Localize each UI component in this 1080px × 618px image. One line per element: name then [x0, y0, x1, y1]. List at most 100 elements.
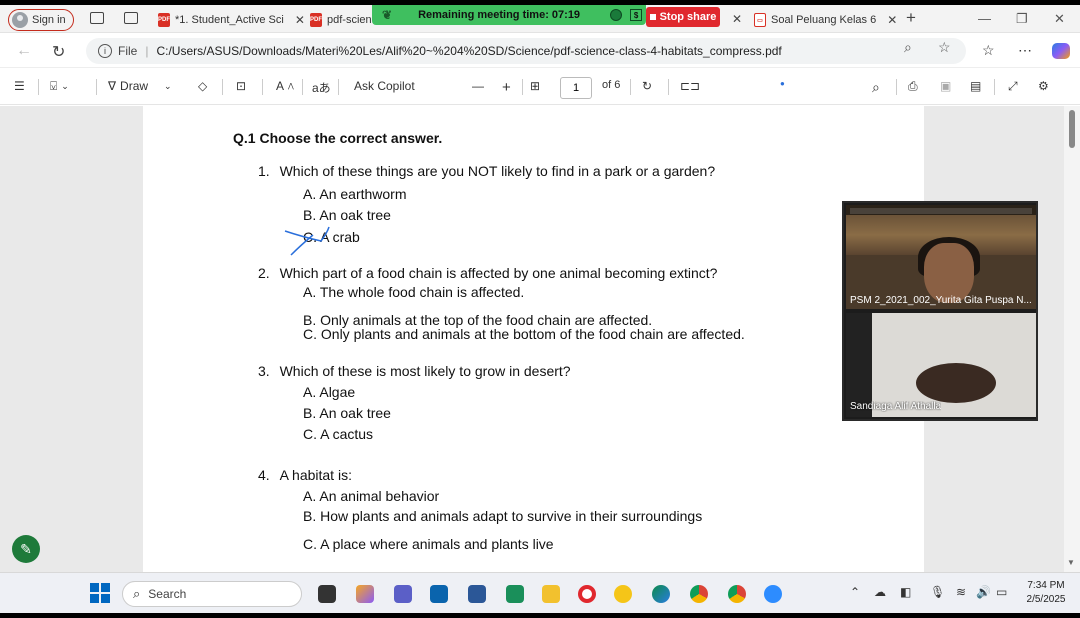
restore-icon[interactable]: ❐	[1016, 11, 1028, 27]
copilot-icon[interactable]	[1052, 43, 1070, 59]
file-label: File	[118, 44, 138, 58]
rotate-icon[interactable]: ↻	[642, 79, 652, 93]
save-as-icon[interactable]: ▤	[970, 79, 981, 93]
app-icon[interactable]	[614, 585, 632, 603]
question-text: Which of these is most likely to grow in…	[279, 363, 571, 379]
clock[interactable]: 7:34 PM 2/5/2025	[1020, 579, 1072, 607]
tab-soal-peluang[interactable]: ▭ Soal Peluang Kelas 6 ✕	[754, 9, 897, 31]
info-icon[interactable]: i	[98, 44, 112, 58]
cloud-icon[interactable]: ☁	[874, 585, 886, 599]
app-tray-icon[interactable]: ◧	[900, 585, 911, 599]
pen-annotation-icon[interactable]: ✎	[12, 535, 40, 563]
copilot-app-icon[interactable]	[356, 585, 374, 603]
fit-page-icon[interactable]: ⊞	[530, 79, 540, 93]
option: C. A cactus	[303, 426, 374, 442]
file-explorer-icon[interactable]	[542, 585, 560, 603]
close-tab-icon[interactable]: ✕	[295, 13, 305, 27]
workspaces-icon[interactable]	[90, 12, 104, 24]
tab-pdf-science[interactable]: PDF pdf-scien	[310, 9, 372, 31]
draw-button[interactable]: ∇ Draw ⌄	[108, 79, 172, 93]
remaining-time-label: Remaining meeting time: 07:19	[418, 9, 581, 21]
favorite-star-icon[interactable]: ☆	[938, 39, 951, 56]
search-icon[interactable]: ⌕	[872, 79, 880, 96]
stop-icon	[649, 14, 656, 20]
highlight-icon[interactable]: ⍌ ⌄	[50, 79, 69, 94]
participant-name: Sandiaga Alif Athalla	[850, 401, 942, 412]
chrome-icon[interactable]	[690, 585, 708, 603]
read-aloud-icon[interactable]: A ⋀	[276, 79, 294, 93]
settings-gear-icon[interactable]: ⚙	[1038, 79, 1049, 93]
tab-student-active-science[interactable]: PDF *1. Student_Active Sci ✕	[158, 9, 305, 31]
chevron-down-icon[interactable]: ⌄	[164, 81, 172, 92]
print-icon[interactable]: ⎙	[908, 79, 918, 94]
eraser-icon[interactable]: ◇	[198, 79, 207, 93]
contents-icon[interactable]: ☰	[14, 79, 25, 93]
microphone-icon[interactable]: 🎙	[930, 585, 945, 599]
zoom-icon[interactable]: ⌕	[904, 39, 912, 56]
close-tab-icon[interactable]: ✕	[732, 12, 742, 26]
new-tab-button[interactable]: +	[906, 8, 916, 28]
teams-icon[interactable]	[394, 585, 412, 603]
scroll-down-icon[interactable]: ▼	[1067, 558, 1075, 567]
scroll-thumb[interactable]	[1069, 110, 1075, 148]
chevron-up-icon[interactable]: ⌃	[850, 585, 860, 599]
option: B. How plants and animals adapt to survi…	[303, 508, 703, 524]
opera-icon[interactable]	[578, 585, 596, 603]
ask-copilot-button[interactable]: Ask Copilot	[354, 79, 415, 93]
sign-in-button[interactable]: Sign in	[8, 9, 74, 31]
question-1: 1. Which of these things are you NOT lik…	[258, 163, 715, 179]
zoom-out-icon[interactable]: —	[472, 79, 484, 93]
app-icon[interactable]	[468, 585, 486, 603]
refresh-icon[interactable]: ↻	[52, 42, 65, 62]
address-bar[interactable]: i File | C:/Users/ASUS/Downloads/Materi%…	[86, 38, 966, 64]
page-number-input[interactable]: 1	[560, 77, 592, 99]
battery-icon[interactable]: ▭	[996, 585, 1007, 599]
pdf-page: Q.1 Choose the correct answer. 1. Which …	[143, 106, 924, 572]
stop-share-button[interactable]: Stop share	[646, 7, 720, 27]
video-panel[interactable]: PSM 2_2021_002_Yurita Gita Puspa N... Sa…	[842, 201, 1038, 421]
participant-video-2[interactable]: Sandiaga Alif Athalla	[846, 313, 1036, 417]
windows-start-icon[interactable]	[90, 583, 110, 603]
option: C. Only plants and animals at the bottom…	[303, 326, 745, 342]
more-menu-icon[interactable]: ⋯	[1018, 42, 1032, 59]
taskbar-search[interactable]: ⌕ Search	[122, 581, 302, 607]
tab-strip: Sign in PDF *1. Student_Active Sci ✕ PDF…	[0, 5, 1080, 33]
option: A. An earthworm	[303, 186, 407, 202]
screen: Sign in PDF *1. Student_Active Sci ✕ PDF…	[0, 5, 1080, 613]
tab-label: Soal Peluang Kelas 6	[771, 14, 877, 26]
back-icon[interactable]: ←	[16, 42, 32, 60]
page-total: of 6	[602, 79, 621, 91]
task-view-icon[interactable]	[318, 585, 336, 603]
edge-icon[interactable]	[652, 585, 670, 603]
shield-icon[interactable]	[610, 9, 623, 21]
translate-icon[interactable]: aあ	[312, 79, 331, 96]
minimize-icon[interactable]: —	[978, 11, 991, 26]
zoom-in-icon[interactable]: +	[502, 79, 511, 96]
chrome-icon[interactable]	[728, 585, 746, 603]
app-icon[interactable]	[506, 585, 524, 603]
text-box-icon[interactable]: ⊡	[236, 79, 246, 93]
participant-video-1[interactable]: PSM 2_2021_002_Yurita Gita Puspa N...	[846, 205, 1036, 309]
close-tab-icon[interactable]: ✕	[887, 13, 897, 27]
date-text: 2/5/2025	[1026, 594, 1066, 605]
outlook-icon[interactable]	[430, 585, 448, 603]
favorites-icon[interactable]: ☆	[982, 42, 995, 59]
fullscreen-icon[interactable]: ⤢	[1008, 79, 1018, 94]
tab-actions-icon[interactable]	[124, 12, 138, 24]
volume-icon[interactable]: 🔊	[976, 585, 991, 599]
close-window-icon[interactable]: ✕	[1054, 11, 1065, 27]
option: A. The whole food chain is affected.	[303, 284, 525, 300]
save-icon[interactable]: ▣	[940, 79, 951, 93]
tab-label: pdf-scien	[327, 14, 372, 26]
zoom-app-icon[interactable]	[764, 585, 782, 603]
page-view-icon[interactable]: ⊏⊐	[680, 79, 700, 93]
question-2: 2. Which part of a food chain is affecte…	[258, 265, 717, 281]
participant-name: PSM 2_2021_002_Yurita Gita Puspa N...	[850, 295, 1032, 306]
question-number: 2.	[258, 265, 270, 281]
dollar-icon[interactable]: $	[630, 9, 643, 21]
wifi-icon[interactable]: ≋	[956, 585, 966, 599]
url-text[interactable]: C:/Users/ASUS/Downloads/Materi%20Les/Ali…	[156, 44, 781, 58]
option: A. Algae	[303, 384, 356, 400]
question-text: A habitat is:	[279, 467, 352, 483]
scrollbar[interactable]: ▲ ▼	[1064, 106, 1080, 572]
